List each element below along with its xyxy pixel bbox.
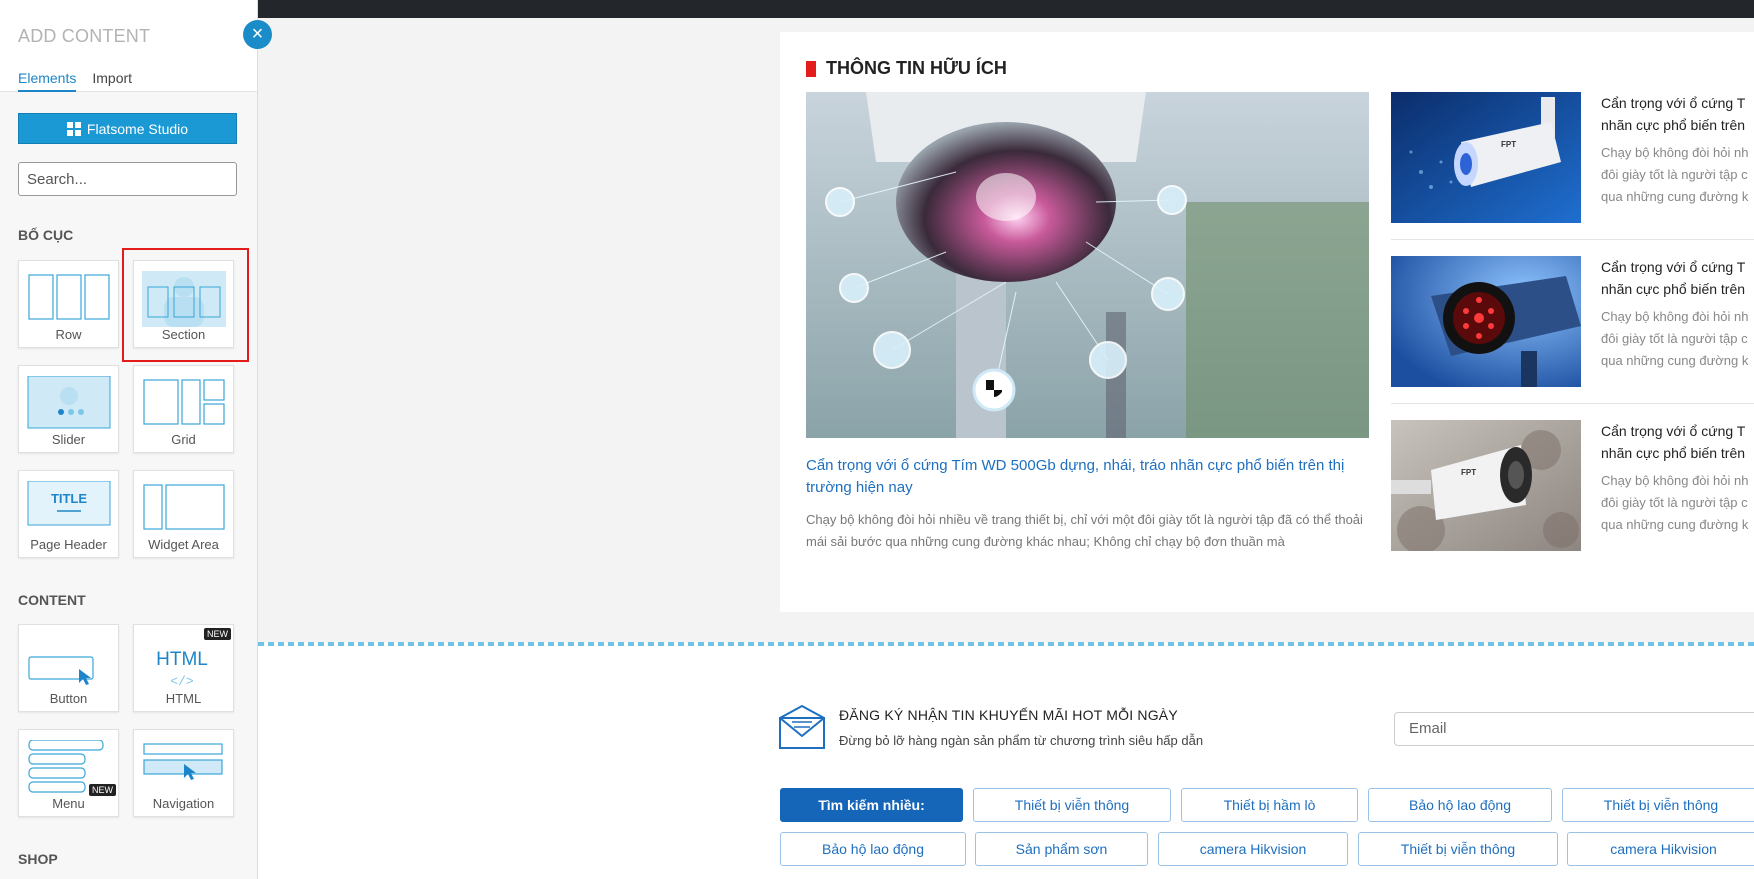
element-slider[interactable]: Slider [18,365,119,453]
slider-icon [27,376,111,429]
flatsome-studio-button[interactable]: Flatsome Studio [18,113,237,144]
element-html-label: HTML [165,691,202,706]
section-divider [258,642,1754,646]
side-post-2-title[interactable]: Cẩn trọng với ổ cứng Tnhãn cực phổ biến … [1601,256,1754,300]
tab-import[interactable]: Import [92,70,132,92]
side-post-1-title[interactable]: Cẩn trọng với ổ cứng Tnhãn cực phổ biến … [1601,92,1754,136]
tags-label: Tìm kiếm nhiều: [780,788,963,822]
search-input[interactable] [18,162,237,196]
section-label-content: CONTENT [18,592,86,608]
side-post-1[interactable]: FPT Cẩn trọng với ổ cứng Tnhãn cực phổ b… [1391,92,1754,223]
page-header-thumb-text: TITLE [51,491,87,506]
tag-link[interactable]: Bảo hộ lao động [780,832,966,866]
tag-link[interactable]: Thiết bị viễn thông [1358,832,1558,866]
element-section[interactable]: Section [133,260,234,348]
element-button[interactable]: Button [18,624,119,712]
panel-header: ADD CONTENT Elements Import [0,0,257,92]
grid-icon [66,121,81,136]
divider [1391,403,1754,404]
section-icon [142,271,226,327]
main-post-title[interactable]: Cẩn trọng với ổ cứng Tím WD 500Gb dựng, … [806,455,1369,499]
button-icon [28,656,94,685]
element-page-header[interactable]: TITLE Page Header [18,470,119,558]
side-post-3-title[interactable]: Cẩn trọng với ổ cứng Tnhãn cực phổ biến … [1601,420,1754,464]
element-html[interactable]: NEW HTML </> HTML [133,624,234,712]
side-post-2-excerpt: Chạy bộ không đòi hỏi nh đôi giày tốt là … [1601,309,1749,368]
widget-area-icon [143,484,225,530]
element-row[interactable]: Row [18,260,119,348]
divider [1391,239,1754,240]
grid-layout-icon [143,379,225,425]
add-content-panel: ADD CONTENT Elements Import Flatsome Stu… [0,0,258,879]
side-post-1-brand: FPT [1501,140,1516,149]
section-heading-text: THÔNG TIN HỮU ÍCH [826,58,1007,78]
element-menu[interactable]: NEW Menu [18,729,119,817]
section-heading: THÔNG TIN HỮU ÍCH [806,58,1007,79]
element-row-label: Row [55,327,82,342]
tag-link[interactable]: Sản phẩm sơn [975,832,1148,866]
side-post-3-excerpt: Chạy bộ không đòi hỏi nh đôi giày tốt là … [1601,473,1749,532]
element-widget-area[interactable]: Widget Area [133,470,234,558]
element-slider-label: Slider [51,432,86,447]
tag-link[interactable]: Thiết bị viễn thông [1562,788,1754,822]
newsletter-subtitle: Đừng bỏ lỡ hàng ngàn sản phẩm từ chương … [839,733,1204,748]
page-header-icon: TITLE [27,481,111,526]
main-post-excerpt: Chạy bộ không đòi hỏi nhiều về trang thi… [806,512,1363,549]
element-page-header-label: Page Header [30,537,107,552]
side-post-1-excerpt: Chạy bộ không đòi hỏi nh đôi giày tốt là … [1601,145,1749,204]
side-post-1-image[interactable]: FPT [1391,92,1581,223]
tab-elements[interactable]: Elements [18,70,77,92]
navigation-icon [143,743,223,780]
email-input[interactable]: Email [1394,712,1754,746]
html-thumb-code: </> [170,674,194,689]
element-widget-area-label: Widget Area [148,537,219,552]
heading-bar [806,60,816,77]
tag-link[interactable]: Bảo hộ lao động [1368,788,1552,822]
html-icon: HTML </> [156,649,208,689]
tag-link[interactable]: camera Hikvision [1158,832,1348,866]
newsletter-title: ĐĂNG KÝ NHẬN TIN KHUYẾN MÃI HOT MỖI NGÀY [839,707,1178,723]
tag-link[interactable]: Thiết bị viễn thông [973,788,1171,822]
side-post-3-brand: FPT [1461,468,1476,477]
element-grid[interactable]: Grid [133,365,234,453]
section-label-layout: BỐ CỤC [18,227,74,243]
close-panel-button[interactable]: × [243,20,272,49]
main-post-image[interactable] [806,92,1369,438]
element-menu-label: Menu [52,796,85,811]
element-navigation-label: Navigation [152,796,215,811]
panel-tabs: Elements Import [18,70,132,92]
section-label-shop: SHOP [18,851,58,867]
side-post-3[interactable]: FPT Cẩn trọng với ổ cứng Tnhãn cực phổ b… [1391,420,1754,551]
panel-title: ADD CONTENT [18,26,151,46]
tag-link[interactable]: Thiết bị hầm lò [1181,788,1358,822]
side-post-3-image[interactable]: FPT [1391,420,1581,551]
side-post-2-image[interactable] [1391,256,1581,387]
html-thumb-text: HTML [156,649,208,670]
top-bar [258,0,1754,18]
row-icon [28,274,110,320]
envelope-icon [779,704,825,749]
element-button-label: Button [49,691,88,706]
element-navigation[interactable]: Navigation [133,729,234,817]
element-grid-label: Grid [171,432,196,447]
menu-icon [28,740,104,793]
flatsome-studio-label: Flatsome Studio [86,120,189,137]
element-section-label: Section [161,327,206,342]
tag-link[interactable]: camera Hikvision [1567,832,1754,866]
side-post-2[interactable]: Cẩn trọng với ổ cứng Tnhãn cực phổ biến … [1391,256,1754,387]
